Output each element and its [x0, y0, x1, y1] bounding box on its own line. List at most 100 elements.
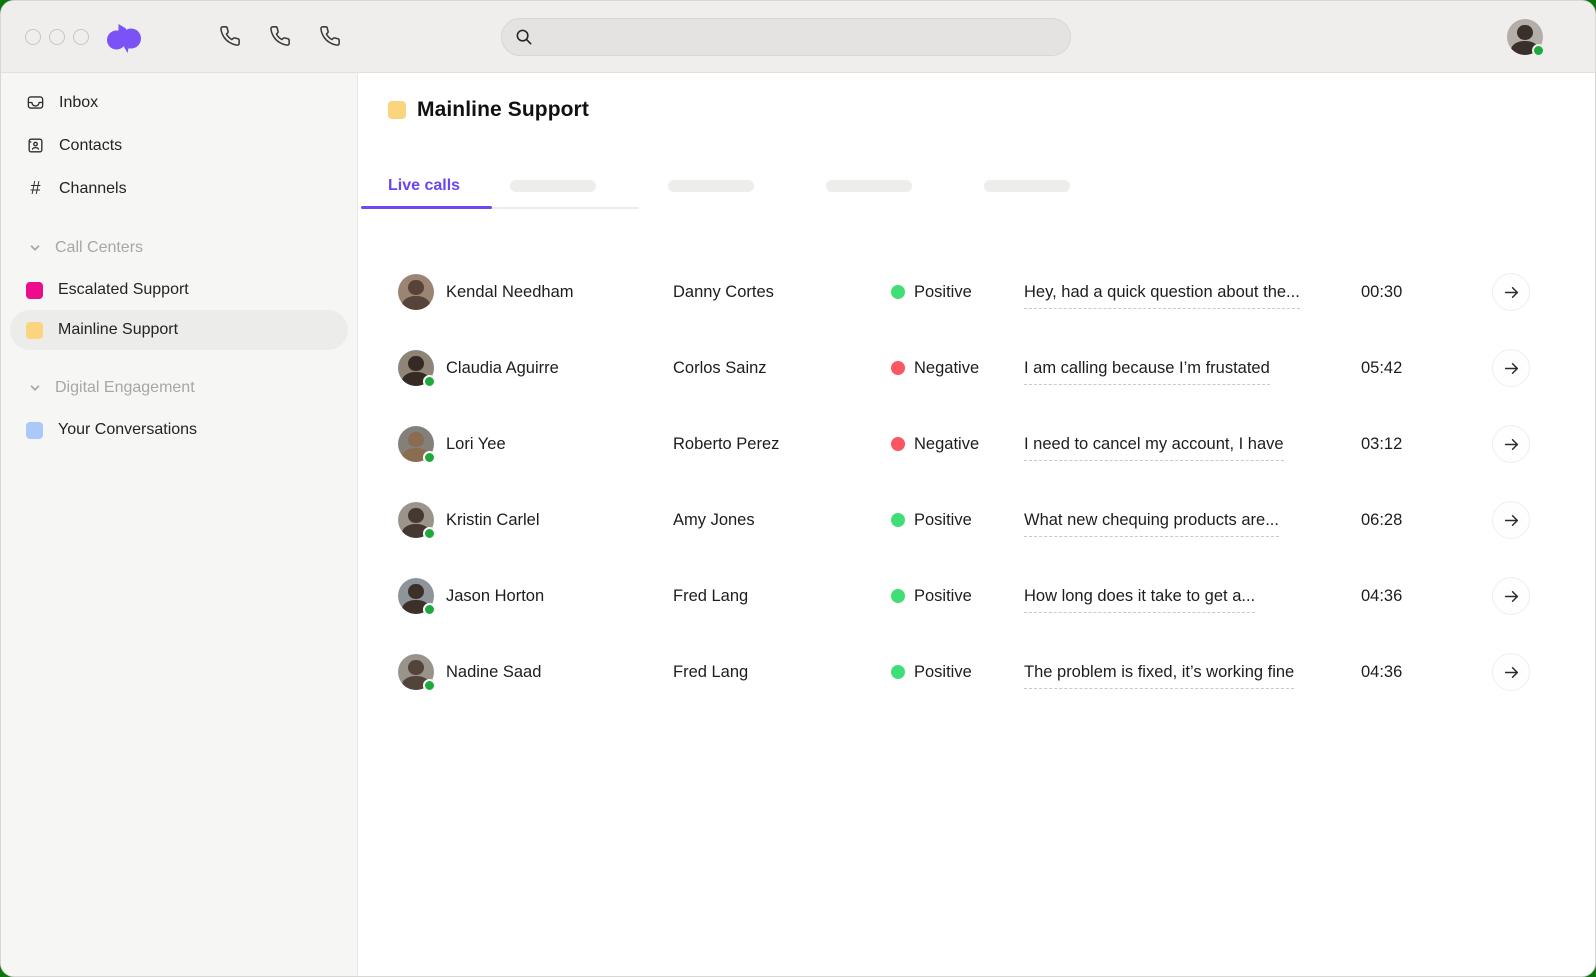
agent-name: Claudia Aguirre: [446, 359, 673, 378]
sentiment: Positive: [891, 511, 1024, 530]
call-row: Claudia Aguirre Corlos Sainz Negative I …: [358, 330, 1595, 406]
call-row: Kristin Carlel Amy Jones Positive What n…: [358, 482, 1595, 558]
call-duration: 00:30: [1361, 283, 1447, 302]
sentiment: Positive: [891, 587, 1024, 606]
call-row: Kendal Needham Danny Cortes Positive Hey…: [358, 254, 1595, 330]
sidebar-item-channels[interactable]: # Channels: [1, 167, 357, 210]
agent-avatar: [398, 502, 434, 538]
sentiment-dot: [891, 361, 905, 375]
arrow-right-icon: [1503, 360, 1520, 377]
sentiment-label: Negative: [914, 435, 979, 454]
window-control-maximize[interactable]: [73, 29, 89, 45]
window-control-close[interactable]: [25, 29, 41, 45]
tab-placeholder[interactable]: [826, 180, 912, 192]
sentiment-label: Positive: [914, 511, 972, 530]
sentiment: Positive: [891, 663, 1024, 682]
transcript-snippet[interactable]: What new chequing products are...: [1024, 511, 1279, 537]
section-label: Call Centers: [55, 239, 143, 257]
hash-icon: #: [26, 178, 45, 199]
sidebar-item-your-conversations[interactable]: Your Conversations: [10, 410, 348, 450]
user-avatar[interactable]: [1507, 19, 1543, 55]
app-window: Inbox Contacts # Channels Call Centers E…: [0, 0, 1596, 977]
transcript-snippet[interactable]: Hey, had a quick question about the...: [1024, 283, 1300, 309]
agent-avatar: [398, 654, 434, 690]
sentiment-dot: [891, 513, 905, 527]
tab-placeholder[interactable]: [984, 180, 1070, 192]
page-title: Mainline Support: [417, 98, 589, 122]
inbox-icon: [26, 93, 45, 112]
caller-name: Roberto Perez: [673, 435, 891, 454]
presence-dot: [423, 375, 436, 388]
search-bar[interactable]: [501, 18, 1071, 56]
sentiment-dot: [891, 589, 905, 603]
contacts-icon: [26, 136, 45, 155]
channel-swatch: [26, 422, 43, 439]
sentiment-label: Positive: [914, 663, 972, 682]
sidebar-item-contacts[interactable]: Contacts: [1, 124, 357, 167]
phone-icon[interactable]: [218, 25, 242, 49]
agent-avatar: [398, 274, 434, 310]
sidebar-item-inbox[interactable]: Inbox: [1, 81, 357, 124]
transcript-snippet[interactable]: I am calling because I’m frustated: [1024, 359, 1270, 385]
call-duration: 04:36: [1361, 663, 1447, 682]
call-row: Lori Yee Roberto Perez Negative I need t…: [358, 406, 1595, 482]
call-duration: 05:42: [1361, 359, 1447, 378]
sidebar-item-label: Mainline Support: [58, 321, 178, 339]
page-header: Mainline Support: [388, 97, 1595, 123]
presence-dot: [423, 451, 436, 464]
agent-avatar: [398, 350, 434, 386]
sentiment: Negative: [891, 435, 1024, 454]
window-control-minimize[interactable]: [49, 29, 65, 45]
agent-name: Kristin Carlel: [446, 511, 673, 530]
section-call-centers[interactable]: Call Centers: [1, 226, 357, 270]
topbar: [1, 1, 1595, 73]
dialpad-logo: [106, 20, 142, 54]
open-call-button[interactable]: [1492, 273, 1530, 311]
sidebar-item-label: Inbox: [59, 94, 98, 112]
search-input[interactable]: [534, 19, 1070, 55]
sidebar-item-label: Contacts: [59, 137, 122, 155]
sentiment-dot: [891, 285, 905, 299]
open-call-button[interactable]: [1492, 577, 1530, 615]
presence-dot: [423, 679, 436, 692]
agent-name: Lori Yee: [446, 435, 673, 454]
chevron-down-icon: [28, 381, 42, 395]
transcript-snippet[interactable]: How long does it take to get a...: [1024, 587, 1255, 613]
presence-dot: [423, 527, 436, 540]
sidebar: Inbox Contacts # Channels Call Centers E…: [1, 73, 358, 976]
caller-name: Amy Jones: [673, 511, 891, 530]
section-digital-engagement[interactable]: Digital Engagement: [1, 366, 357, 410]
open-call-button[interactable]: [1492, 349, 1530, 387]
arrow-right-icon: [1503, 664, 1520, 681]
sentiment-label: Negative: [914, 359, 979, 378]
sidebar-item-escalated-support[interactable]: Escalated Support: [10, 270, 348, 310]
channel-swatch: [26, 282, 43, 299]
sidebar-item-mainline-support[interactable]: Mainline Support: [10, 310, 348, 350]
phone-icon[interactable]: [318, 25, 342, 49]
transcript-snippet[interactable]: I need to cancel my account, I have: [1024, 435, 1284, 461]
open-call-button[interactable]: [1492, 653, 1530, 691]
caller-name: Fred Lang: [673, 587, 891, 606]
sidebar-item-label: Channels: [59, 180, 127, 198]
section-label: Digital Engagement: [55, 379, 195, 397]
agent-avatar: [398, 426, 434, 462]
agent-name: Kendal Needham: [446, 283, 673, 302]
tab-underline-active: [361, 206, 492, 209]
tab-live-calls[interactable]: Live calls: [388, 177, 460, 195]
phone-icon[interactable]: [268, 25, 292, 49]
transcript-snippet[interactable]: The problem is fixed, it’s working fine: [1024, 663, 1294, 689]
sentiment-label: Positive: [914, 587, 972, 606]
sentiment-dot: [891, 437, 905, 451]
call-duration: 04:36: [1361, 587, 1447, 606]
open-call-button[interactable]: [1492, 501, 1530, 539]
main-content: Mainline Support Live calls Kendal Needh…: [358, 73, 1595, 976]
agent-avatar: [398, 578, 434, 614]
open-call-button[interactable]: [1492, 425, 1530, 463]
channel-swatch: [26, 322, 43, 339]
tab-placeholder[interactable]: [668, 180, 754, 192]
arrow-right-icon: [1503, 284, 1520, 301]
arrow-right-icon: [1503, 512, 1520, 529]
chevron-down-icon: [28, 241, 42, 255]
arrow-right-icon: [1503, 588, 1520, 605]
tab-placeholder[interactable]: [510, 180, 596, 192]
